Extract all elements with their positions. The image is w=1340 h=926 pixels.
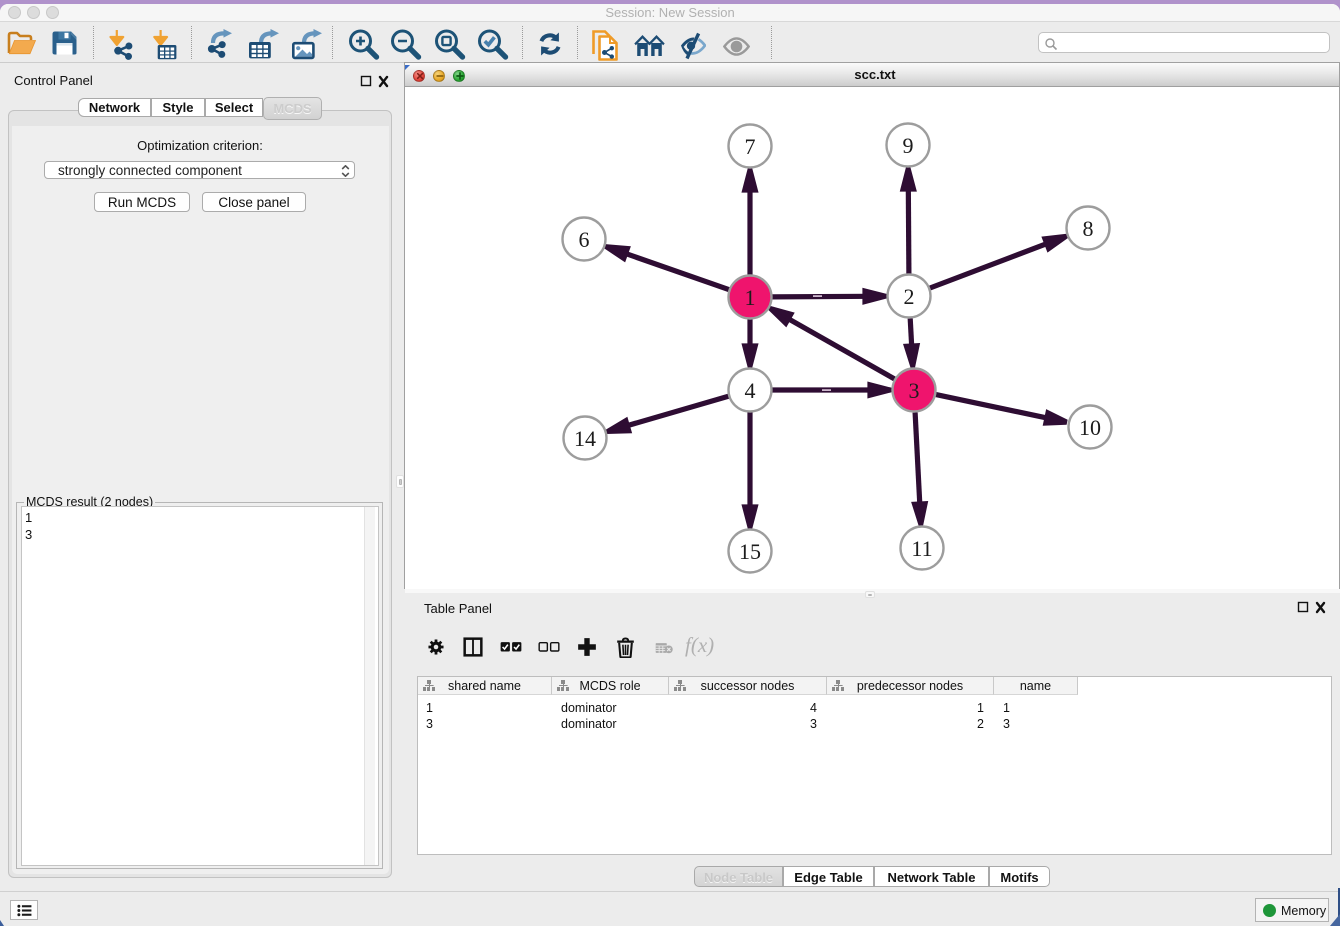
- svg-text:4: 4: [745, 378, 756, 403]
- svg-text:14: 14: [574, 426, 596, 451]
- svg-text:6: 6: [579, 227, 590, 252]
- svg-text:9: 9: [903, 133, 914, 158]
- svg-text:3: 3: [909, 378, 920, 403]
- svg-text:15: 15: [739, 539, 761, 564]
- svg-text:8: 8: [1083, 216, 1094, 241]
- svg-text:11: 11: [911, 536, 932, 561]
- svg-text:10: 10: [1079, 415, 1101, 440]
- svg-text:2: 2: [904, 284, 915, 309]
- svg-text:7: 7: [745, 134, 756, 159]
- svg-text:1: 1: [745, 285, 756, 310]
